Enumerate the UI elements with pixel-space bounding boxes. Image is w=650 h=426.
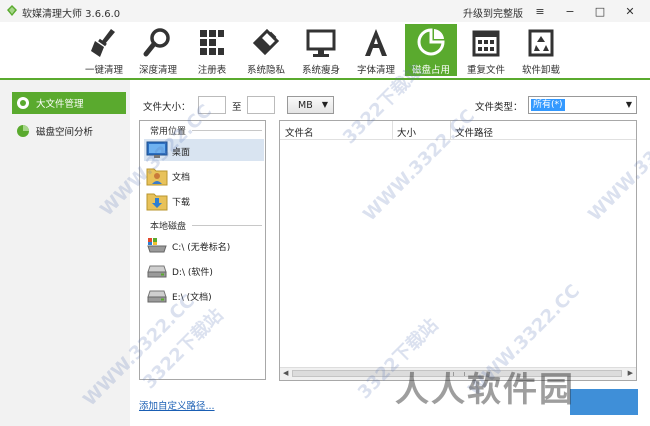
main-toolbar: 一键清理 深度清理 注册表 系统隐私 系统瘦身 字体清理 磁盘占用 重复文件 软…	[0, 22, 650, 78]
tool-uninstall[interactable]: 软件卸载	[515, 24, 567, 76]
watermark-site: 人人软件园	[395, 370, 575, 410]
tree-item-label: D:\ (软件)	[172, 268, 213, 278]
app-logo-icon	[7, 5, 17, 16]
tool-registry[interactable]: 注册表	[186, 24, 238, 76]
column-header-name[interactable]: 文件名	[285, 125, 314, 139]
title-bar: 软媒清理大师 3.6.6.0 升级到完整版 ≡ − □ ✕	[0, 0, 650, 22]
file-type-select[interactable]: 所有(*) ▼	[528, 96, 637, 114]
hard-drive-icon	[147, 290, 167, 303]
hard-drive-icon	[147, 265, 167, 278]
size-max-input[interactable]	[247, 96, 275, 114]
to-label: 至	[232, 102, 242, 113]
sidebar-item-disk-analysis[interactable]: 磁盘空间分析	[12, 120, 126, 142]
scroll-right-icon[interactable]: ▶	[628, 369, 633, 377]
add-custom-path-link[interactable]: 添加自定义路径...	[139, 398, 215, 412]
tool-label: 注册表	[197, 65, 227, 76]
tree-item-drive-e[interactable]: E:\ (文档)	[144, 284, 264, 306]
group-header-local: 本地磁盘	[150, 222, 187, 232]
calendar-grid-icon	[472, 30, 500, 57]
pie-chart-icon	[17, 125, 29, 137]
minimize-icon[interactable]: −	[555, 0, 585, 22]
tree-item-drive-c[interactable]: C:\ (无卷标名)	[144, 234, 264, 256]
eraser-icon	[252, 28, 280, 56]
sidebar-item-label: 磁盘空间分析	[36, 127, 94, 138]
broom-icon	[91, 29, 115, 57]
tool-font-clean[interactable]: 字体清理	[350, 24, 402, 76]
tool-label: 系统瘦身	[301, 65, 340, 76]
column-separator	[392, 121, 393, 139]
column-header-size[interactable]: 大小	[397, 125, 416, 139]
tool-label: 系统隐私	[246, 65, 285, 76]
size-label: 文件大小：	[143, 102, 191, 113]
disk-pie-icon	[417, 28, 445, 56]
chevron-down-icon: ▼	[625, 100, 632, 109]
unit-value: MB	[298, 100, 313, 111]
font-a-icon	[365, 29, 387, 56]
tool-label: 一键清理	[84, 65, 123, 76]
system-drive-icon	[147, 238, 167, 253]
tool-system-slim[interactable]: 系统瘦身	[295, 24, 347, 76]
file-type-value: 所有(*)	[531, 99, 565, 111]
window-title: 软媒清理大师 3.6.6.0	[22, 9, 121, 20]
tool-privacy[interactable]: 系统隐私	[240, 24, 292, 76]
tree-item-drive-d[interactable]: D:\ (软件)	[144, 259, 264, 281]
menu-icon[interactable]: ≡	[525, 0, 555, 22]
close-icon[interactable]: ✕	[615, 0, 645, 22]
tool-duplicate-files[interactable]: 重复文件	[460, 24, 512, 76]
tool-label: 深度清理	[138, 65, 177, 76]
registry-blocks-icon	[200, 30, 224, 55]
tool-label: 软件卸载	[521, 65, 560, 76]
file-list: 文件名 大小 文件路径 ◀ ▶	[279, 120, 637, 381]
upgrade-link[interactable]: 升级到完整版	[463, 5, 523, 20]
scan-button[interactable]	[570, 389, 638, 415]
tool-label: 重复文件	[466, 65, 505, 76]
tool-deep-clean[interactable]: 深度清理	[132, 24, 184, 76]
tool-one-click-clean[interactable]: 一键清理	[78, 24, 130, 76]
monitor-icon	[306, 29, 336, 57]
scroll-left-icon[interactable]: ◀	[283, 369, 288, 377]
recycle-bin-icon	[528, 29, 554, 57]
tree-item-label: 下载	[172, 198, 191, 208]
chevron-down-icon: ▼	[321, 100, 328, 109]
downloads-folder-icon	[146, 193, 168, 211]
sidebar-item-large-files[interactable]: 大文件管理	[12, 92, 126, 114]
magnifier-icon	[143, 28, 170, 57]
tree-item-label: C:\ (无卷标名)	[172, 243, 231, 253]
tree-item-label: 文档	[172, 173, 191, 183]
type-label: 文件类型：	[475, 102, 523, 113]
group-divider	[192, 130, 262, 131]
large-file-icon	[17, 97, 29, 109]
group-divider	[192, 225, 262, 226]
tree-item-downloads[interactable]: 下载	[144, 189, 264, 211]
unit-select[interactable]: MB ▼	[287, 96, 334, 114]
sidebar-item-label: 大文件管理	[36, 99, 84, 110]
maximize-icon[interactable]: □	[585, 0, 615, 22]
